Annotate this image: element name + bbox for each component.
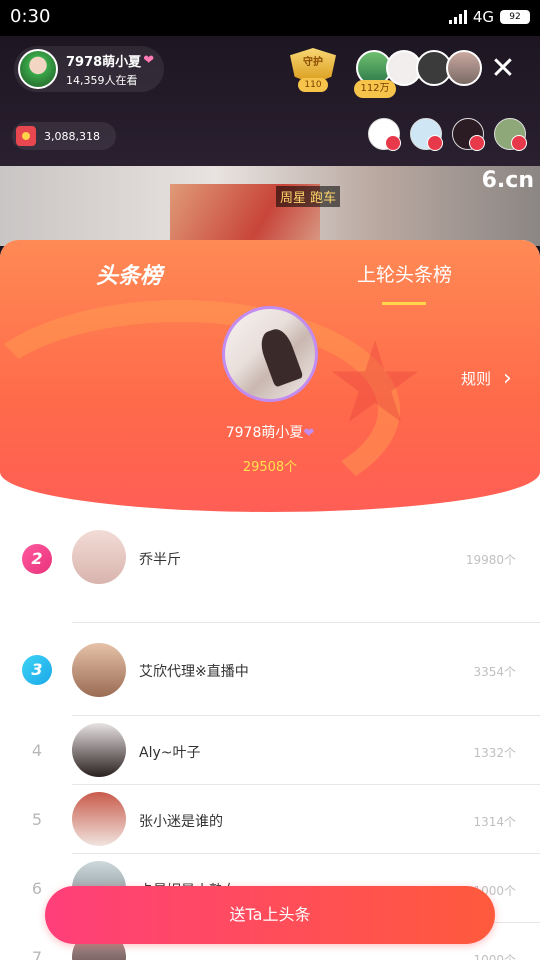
coin-amount: 3,088,318 [44,129,100,143]
gift-amount: 1314个 [473,815,516,829]
fan-avatar[interactable] [494,118,527,151]
rank-number: 4 [31,741,43,760]
send-headline-button[interactable]: 送Ta上头条 [45,886,495,944]
avatar[interactable] [72,723,126,777]
active-tab-indicator [382,302,426,305]
close-icon[interactable]: ✕ [488,54,518,84]
rules-label: 规则 [461,370,492,388]
list-item[interactable]: 2 乔半斤 19980个 [0,530,540,623]
rank-badge: 3 [22,655,52,685]
battery-icon: 92 [500,10,530,24]
winner-count: 29508个 [242,460,298,475]
winner-avatar[interactable] [222,306,318,402]
heart-icon: ❤ [143,52,155,68]
video-caption: 周星 跑车 [276,186,341,207]
user-name: 艾欣代理※直播中 [139,664,249,680]
avatar[interactable] [72,643,126,697]
live-header: 7978萌小夏 ❤ 14,359人在看 守护 110 112万 ✕ 3,088,… [0,36,540,166]
gift-amount: 19980个 [465,553,516,567]
ranking-hero: 头条榜 上轮头条榜 规则 › 7978萌小夏❤ 29508个 [0,240,540,512]
winner-name: 7978萌小夏❤ [225,425,315,441]
guard-level: 110 [298,78,328,92]
list-item[interactable]: 5 张小迷是谁的 1314个 [0,785,540,854]
fan-avatar[interactable] [452,118,485,151]
signal-icon [448,10,467,24]
guard-badge[interactable]: 守护 110 [290,48,336,92]
list-item[interactable]: 4 Aly~叶子 1332个 [0,716,540,785]
gift-amount: 1332个 [473,746,516,760]
user-name: Aly~叶子 [139,745,201,761]
avatar[interactable] [72,792,126,846]
viewer-count: 14,359人在看 [66,73,138,87]
tab-last-round[interactable]: 上轮头条榜 [357,260,452,287]
fan-avatar[interactable] [368,118,401,151]
coin-icon [16,126,36,146]
avatar[interactable] [72,530,126,584]
rank-badge: 2 [22,544,52,574]
chevron-right-icon: › [503,365,512,391]
rank-number: 7 [31,948,43,960]
rank-number: 5 [31,810,43,829]
host-info[interactable]: 7978萌小夏 ❤ 14,359人在看 [14,46,164,92]
status-time: 0:30 [10,6,51,27]
fan-avatars[interactable] [368,118,527,151]
user-name: 乔半斤 [139,552,181,568]
live-video[interactable]: 周星 跑车 6.cn [0,166,540,246]
rank-number: 6 [31,879,43,898]
tab-headline[interactable]: 头条榜 [96,258,162,290]
status-bar: 0:30 4G 92 [0,0,540,36]
host-avatar[interactable] [18,49,58,89]
audience-avatar[interactable] [446,50,482,86]
list-item[interactable]: 3 艾欣代理※直播中 3354个 [0,623,540,716]
decor-swirl [0,300,400,512]
gift-amount: 3354个 [473,665,516,679]
headline-ranking-panel: 头条榜 上轮头条榜 规则 › 7978萌小夏❤ 29508个 2 乔半斤 199… [0,240,540,960]
rules-link[interactable]: 规则 › [461,365,512,391]
heart-icon: ❤ [303,426,315,441]
site-logo: 6.cn [481,168,534,193]
audience-count-badge: 112万 [354,80,396,98]
host-name: 7978萌小夏 [66,54,142,70]
user-name: 张小迷是谁的 [139,814,223,830]
network-label: 4G [472,8,494,26]
coin-balance[interactable]: 3,088,318 [12,122,116,150]
fan-avatar[interactable] [410,118,443,151]
gift-amount: 1000个 [473,953,516,960]
